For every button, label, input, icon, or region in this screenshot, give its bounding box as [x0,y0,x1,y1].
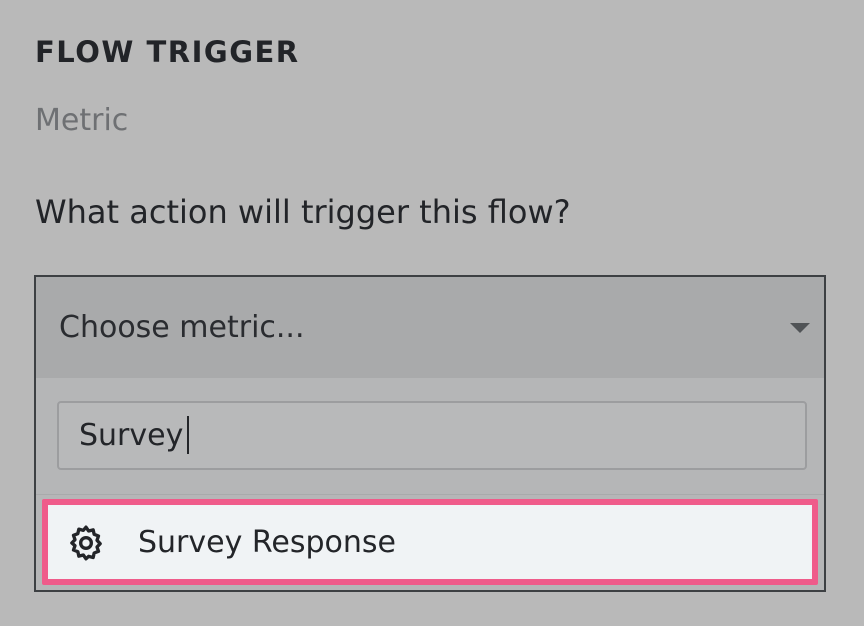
trigger-type-label: Metric [35,103,129,138]
flow-trigger-heading: FLOW TRIGGER [35,35,300,69]
search-input-value: Survey [79,418,184,453]
dropdown-placeholder: Choose metric... [59,310,305,345]
metric-search-box[interactable]: Survey [57,401,807,470]
option-survey-response[interactable]: Survey Response [42,499,818,585]
dropdown-divider [36,494,824,495]
trigger-question: What action will trigger this flow? [35,193,571,231]
option-label: Survey Response [138,525,396,560]
caret-down-icon[interactable] [790,323,810,333]
text-cursor [187,416,190,454]
metric-dropdown[interactable]: Choose metric... Survey Survey Response [34,275,826,592]
metric-dropdown-toggle[interactable]: Choose metric... [36,277,824,378]
metric-search-input[interactable]: Survey [79,416,190,456]
gear-icon [70,525,102,561]
